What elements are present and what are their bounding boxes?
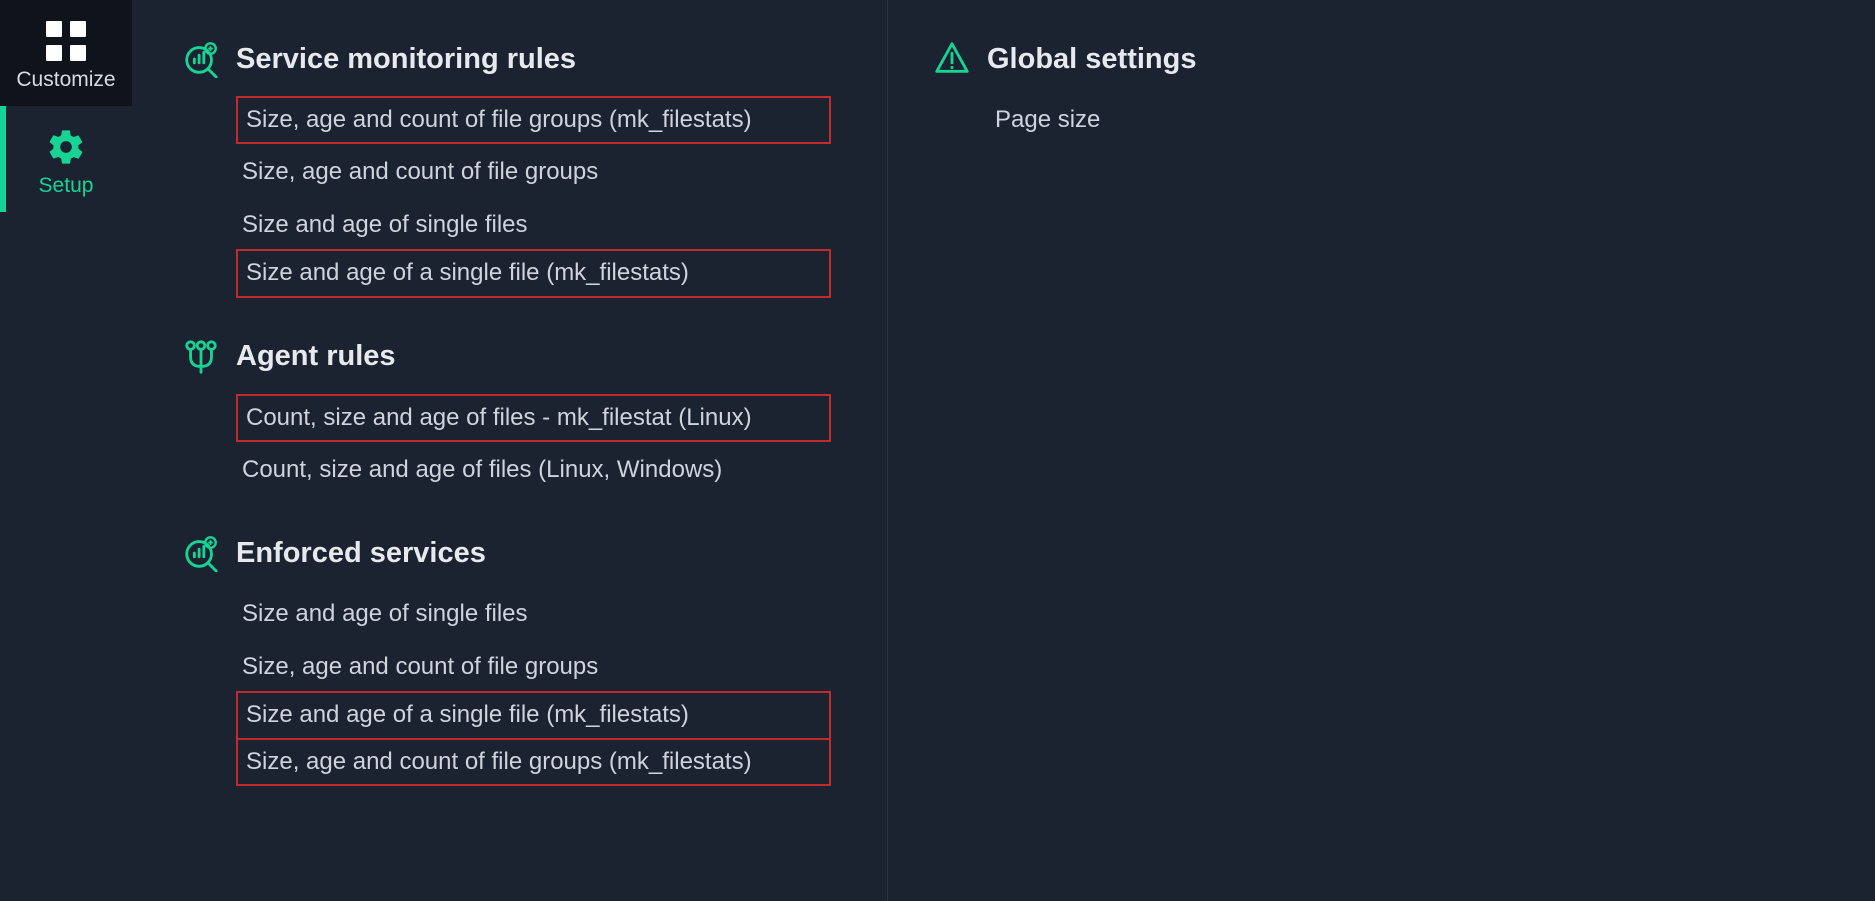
sidebar-item-setup[interactable]: Setup [0,106,132,212]
monitor-plus-icon [182,40,220,78]
active-indicator [0,106,6,212]
rule-link[interactable]: Count, size and age of files - mk_filest… [236,394,831,442]
section-title: Service monitoring rules [236,43,576,76]
section: Service monitoring rules Size, age and co… [182,40,887,298]
section-title: Global settings [987,43,1196,76]
sidebar-label-setup: Setup [39,174,94,198]
section: Global settings Page size [933,40,1875,144]
link-list: Size and age of single files Size, age an… [182,590,887,786]
main-column: Service monitoring rules Size, age and co… [132,0,888,901]
monitor-plus-icon [182,534,220,572]
gear-icon [46,124,86,170]
branches-icon [182,338,220,376]
rule-link[interactable]: Size, age and count of file groups (mk_f… [236,738,831,786]
rule-link[interactable]: Count, size and age of files (Linux, Win… [236,446,887,494]
section-title: Agent rules [236,340,396,373]
rule-link[interactable]: Size, age and count of file groups [236,643,887,691]
sidebar-label-customize: Customize [16,68,115,92]
rule-link[interactable]: Page size [989,96,1875,144]
rule-link[interactable]: Size and age of a single file (mk_filest… [236,249,831,297]
link-list: Count, size and age of files - mk_filest… [182,394,887,495]
right-column: Global settings Page size [888,0,1875,901]
rule-link[interactable]: Size and age of a single file (mk_filest… [236,691,831,739]
section-header: Agent rules [182,338,887,376]
section: Enforced services Size and age of single … [182,534,887,786]
rule-link[interactable]: Size and age of single files [236,590,887,638]
section-header: Enforced services [182,534,887,572]
sidebar-item-customize[interactable]: Customize [0,0,132,106]
section-header: Global settings [933,40,1875,78]
section: Agent rules Count, size and age of files … [182,338,887,495]
warning-icon [933,40,971,78]
rule-link[interactable]: Size and age of single files [236,201,887,249]
rule-link[interactable]: Size, age and count of file groups [236,148,887,196]
section-title: Enforced services [236,537,486,570]
link-list: Size, age and count of file groups (mk_f… [182,96,887,298]
grid-icon [46,18,86,64]
link-list: Page size [933,96,1875,144]
rule-link[interactable]: Size, age and count of file groups (mk_f… [236,96,831,144]
section-header: Service monitoring rules [182,40,887,78]
sidebar: Customize Setup [0,0,132,901]
